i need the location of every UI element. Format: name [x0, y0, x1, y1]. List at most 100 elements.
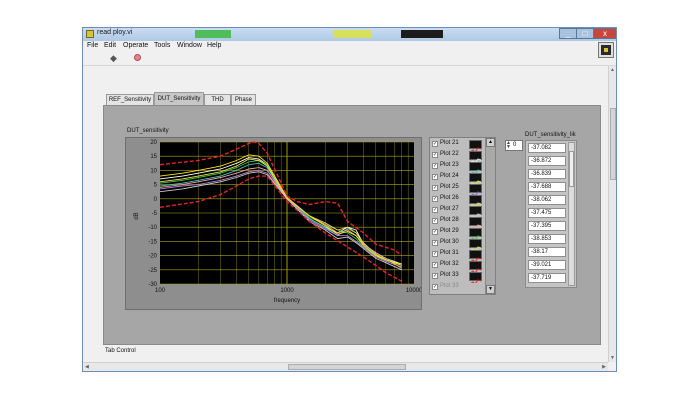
- menu-window[interactable]: Window: [177, 42, 202, 49]
- horizontal-scroll-thumb[interactable]: [288, 364, 406, 370]
- x-tick-label: 100: [155, 288, 166, 294]
- array-cell[interactable]: -37.688: [528, 182, 566, 192]
- titlebar-indicator: [195, 30, 231, 38]
- array-cell[interactable]: -39.021: [528, 260, 566, 270]
- legend-swatch[interactable]: [469, 162, 482, 175]
- y-tick-label: 0: [154, 197, 158, 203]
- tab-phase[interactable]: Phase: [231, 94, 256, 105]
- legend-swatch[interactable]: [469, 250, 482, 263]
- minimize-button[interactable]: _: [559, 28, 577, 39]
- array-cell[interactable]: -36.872: [528, 156, 566, 166]
- legend-swatch[interactable]: [469, 239, 482, 252]
- index-spinner-icon[interactable]: ▲ ▼: [506, 141, 511, 150]
- scroll-down-icon[interactable]: ▼: [610, 355, 615, 361]
- scroll-up-icon[interactable]: ▲: [610, 67, 615, 73]
- legend-checkbox[interactable]: ✓: [432, 185, 438, 191]
- legend-swatch[interactable]: [469, 217, 482, 230]
- vertical-scroll-thumb[interactable]: [610, 108, 616, 180]
- legend-item[interactable]: ✓ Plot 33: [431, 282, 485, 293]
- legend-swatch[interactable]: [469, 228, 482, 241]
- array-cell[interactable]: -37.082: [528, 143, 566, 153]
- menu-file[interactable]: File: [87, 42, 98, 49]
- tab-dut-sensitivity[interactable]: DUT_Sensitivity: [154, 92, 204, 105]
- legend-checkbox[interactable]: ✓: [432, 273, 438, 279]
- legend-swatch[interactable]: [469, 272, 482, 285]
- legend-checkbox[interactable]: ✓: [432, 251, 438, 257]
- legend-item[interactable]: ✓ Plot 24: [431, 172, 485, 186]
- legend-swatch[interactable]: [469, 173, 482, 186]
- legend-checkbox[interactable]: ✓: [432, 218, 438, 224]
- legend-checkbox[interactable]: ✓: [432, 240, 438, 246]
- menu-operate[interactable]: Operate: [123, 42, 148, 49]
- menu-help[interactable]: Help: [207, 42, 221, 49]
- legend-swatch[interactable]: [469, 184, 482, 197]
- legend-item[interactable]: ✓ Plot 25: [431, 183, 485, 197]
- legend-label: Plot 27: [440, 206, 459, 212]
- legend-item[interactable]: ✓ Plot 31: [431, 249, 485, 263]
- legend-checkbox[interactable]: ✓: [432, 229, 438, 235]
- legend-swatch[interactable]: [469, 261, 482, 274]
- titlebar-indicator: [333, 30, 371, 38]
- legend-swatch[interactable]: [469, 140, 482, 153]
- array-scroll-thumb[interactable]: [569, 151, 574, 187]
- legend-label: Plot 23: [440, 162, 459, 168]
- legend-item[interactable]: ✓ Plot 32: [431, 260, 485, 274]
- array-cell[interactable]: -38.062: [528, 195, 566, 205]
- array-cell[interactable]: -36.839: [528, 169, 566, 179]
- scroll-left-icon[interactable]: ◀: [85, 364, 89, 370]
- menu-tools[interactable]: Tools: [154, 42, 170, 49]
- array-cell[interactable]: -37.475: [528, 208, 566, 218]
- legend-label: Plot 29: [440, 228, 459, 234]
- abort-icon[interactable]: [134, 54, 141, 61]
- scroll-right-icon[interactable]: ▶: [602, 364, 606, 370]
- maximize-button[interactable]: □: [576, 28, 594, 39]
- legend-label: Plot 33: [440, 272, 459, 278]
- legend-swatch[interactable]: [469, 151, 482, 164]
- tab-control-label: Tab Control: [105, 348, 136, 354]
- array-cell[interactable]: -37.719: [528, 273, 566, 283]
- array-cell[interactable]: -38.853: [528, 234, 566, 244]
- legend-swatch[interactable]: [469, 283, 482, 292]
- x-tick-label: 10000: [406, 288, 421, 294]
- array-cell[interactable]: -37.395: [528, 221, 566, 231]
- array-scrollbar[interactable]: [568, 142, 575, 286]
- title-bar[interactable]: read ploy.vi _ □ x: [83, 28, 616, 41]
- legend-checkbox[interactable]: ✓: [432, 152, 438, 158]
- tab-thd[interactable]: THD: [204, 94, 231, 105]
- legend-label: Plot 26: [440, 195, 459, 201]
- legend-swatch[interactable]: [469, 206, 482, 219]
- scroll-down-icon[interactable]: ▼: [486, 285, 495, 294]
- vi-icon: [598, 42, 614, 58]
- legend-item[interactable]: ✓ Plot 21: [431, 139, 485, 153]
- legend-checkbox[interactable]: ✓: [432, 284, 438, 290]
- vertical-scrollbar[interactable]: ▲ ▼: [608, 66, 616, 362]
- legend-checkbox[interactable]: ✓: [432, 141, 438, 147]
- toolbar: ◆: [83, 51, 616, 66]
- legend-item[interactable]: ✓ Plot 27: [431, 205, 485, 219]
- legend-item[interactable]: ✓ Plot 29: [431, 227, 485, 241]
- legend-item[interactable]: ✓ Plot 22: [431, 150, 485, 164]
- legend-checkbox[interactable]: ✓: [432, 196, 438, 202]
- legend-swatch[interactable]: [469, 195, 482, 208]
- legend-item[interactable]: ✓ Plot 28: [431, 216, 485, 230]
- y-tick-label: -15: [148, 239, 157, 245]
- legend-item[interactable]: ✓ Plot 23: [431, 161, 485, 175]
- legend-item[interactable]: ✓ Plot 26: [431, 194, 485, 208]
- sensitivity-graph[interactable]: 20 15 10 5 0 -5 -10 -15 -20 -25 -30 100 1000 10000 d…: [125, 137, 423, 310]
- tab-ref-sensitivity[interactable]: REF_Sensitivity: [106, 94, 154, 105]
- legend-checkbox[interactable]: ✓: [432, 163, 438, 169]
- legend-item[interactable]: ✓ Plot 33: [431, 271, 485, 285]
- legend-label: Plot 31: [440, 250, 459, 256]
- legend-scrollbar[interactable]: ▲ ▼: [485, 138, 495, 294]
- legend-checkbox[interactable]: ✓: [432, 262, 438, 268]
- horizontal-scrollbar[interactable]: ◀ ▶: [83, 362, 608, 371]
- close-button[interactable]: x: [593, 28, 616, 39]
- run-arrow-icon[interactable]: ◆: [110, 53, 117, 64]
- menu-edit[interactable]: Edit: [104, 42, 116, 49]
- array-cell[interactable]: -38.17: [528, 247, 566, 257]
- legend-item[interactable]: ✓ Plot 30: [431, 238, 485, 252]
- legend-label: Plot 24: [440, 173, 459, 179]
- legend-checkbox[interactable]: ✓: [432, 207, 438, 213]
- legend-checkbox[interactable]: ✓: [432, 174, 438, 180]
- scroll-up-icon[interactable]: ▲: [486, 138, 495, 147]
